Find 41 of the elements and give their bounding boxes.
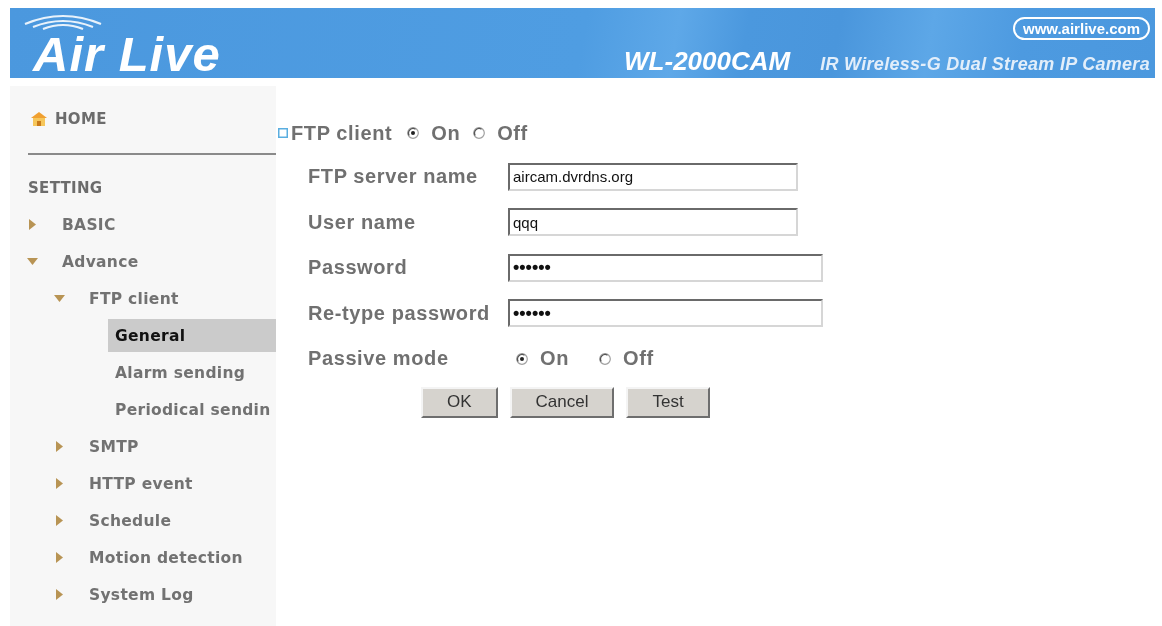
section-heading: SETTING xyxy=(27,177,104,199)
menu-item[interactable]: Advance xyxy=(10,243,276,280)
menu-item[interactable]: HTTP event xyxy=(10,465,276,502)
website-link[interactable]: www.airlive.com xyxy=(1013,17,1150,40)
radio-icon[interactable] xyxy=(599,352,611,365)
square-bullet-icon xyxy=(278,128,288,138)
menu-item[interactable]: General xyxy=(108,319,276,352)
field-label: Password xyxy=(308,256,409,280)
model-name: WL-2000CAM xyxy=(624,47,791,76)
form-button[interactable]: OK xyxy=(421,386,498,418)
menu-item[interactable]: Periodical sendin xyxy=(108,391,276,428)
form-button[interactable]: Test xyxy=(626,386,710,418)
menu-item[interactable]: Motion detection xyxy=(10,539,276,576)
field-label: FTP server name xyxy=(308,165,479,189)
password-field[interactable]: •••••• xyxy=(508,253,823,282)
radio-icon[interactable] xyxy=(516,352,528,365)
text-field[interactable]: qqq xyxy=(508,208,798,237)
form-button[interactable]: Cancel xyxy=(509,386,615,418)
radio-option[interactable]: On xyxy=(407,121,461,145)
field-label: Passive mode xyxy=(308,347,450,371)
menu-item[interactable]: BASIC xyxy=(10,206,276,243)
radio-option[interactable]: On xyxy=(516,347,569,371)
radio-option[interactable]: Off xyxy=(599,347,654,371)
product-description: IR Wireless-G Dual Stream IP Camera xyxy=(820,55,1150,75)
text-field[interactable]: aircam.dvrdns.org xyxy=(508,162,798,191)
menu-item[interactable]: SMTP xyxy=(10,428,276,465)
radio-icon[interactable] xyxy=(473,127,486,139)
home-link[interactable]: HOME xyxy=(10,102,276,136)
menu-item[interactable]: System Log xyxy=(10,576,276,613)
menu-item[interactable]: FTP client xyxy=(10,280,276,317)
section-title: FTP client xyxy=(291,121,393,145)
radio-icon[interactable] xyxy=(407,127,420,139)
house-icon xyxy=(30,111,48,127)
field-label: User name xyxy=(308,210,417,234)
brand-logo: Air Live xyxy=(33,32,221,77)
menu-item[interactable]: Alarm sending xyxy=(108,354,276,391)
menu-item[interactable]: Schedule xyxy=(10,502,276,539)
field-label: Re-type password xyxy=(308,301,491,325)
radio-option[interactable]: Off xyxy=(473,121,528,145)
signal-arcs-icon xyxy=(23,12,103,30)
password-field[interactable]: •••••• xyxy=(508,299,823,328)
